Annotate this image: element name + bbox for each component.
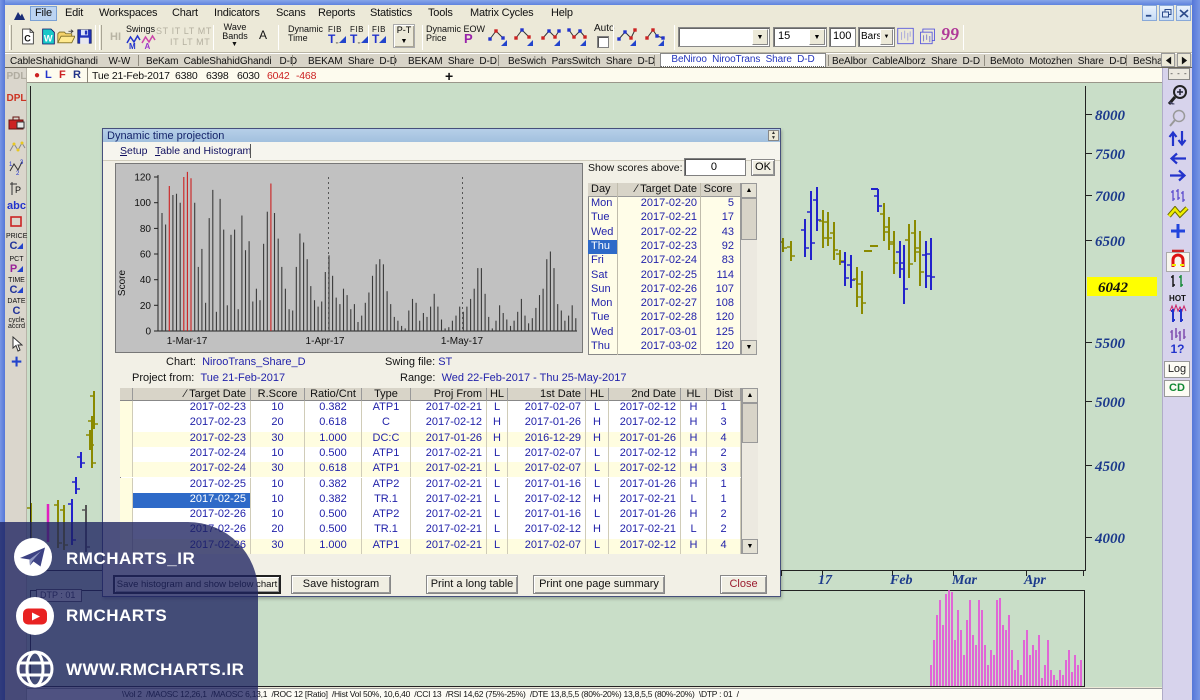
svg-text:1-May-17: 1-May-17 (441, 336, 484, 347)
svg-text:W: W (44, 34, 53, 44)
svg-text:2: 2 (16, 171, 20, 176)
svg-text:0: 0 (145, 327, 151, 338)
svg-text:120: 120 (134, 173, 151, 184)
svg-text:40: 40 (140, 275, 152, 286)
svg-text:M: M (129, 42, 136, 50)
svg-text:100: 100 (134, 198, 151, 209)
svg-text:C: C (24, 33, 31, 43)
svg-text:3: 3 (20, 160, 24, 166)
svg-text:A: A (145, 42, 151, 50)
svg-text:1-Apr-17: 1-Apr-17 (306, 336, 345, 347)
svg-text:Score: Score (117, 270, 128, 297)
svg-text:1-Mar-17: 1-Mar-17 (167, 336, 208, 347)
svg-text:60: 60 (140, 250, 152, 261)
svg-text:20: 20 (140, 301, 152, 312)
svg-text:80: 80 (140, 224, 152, 235)
svg-text:P: P (15, 185, 21, 195)
